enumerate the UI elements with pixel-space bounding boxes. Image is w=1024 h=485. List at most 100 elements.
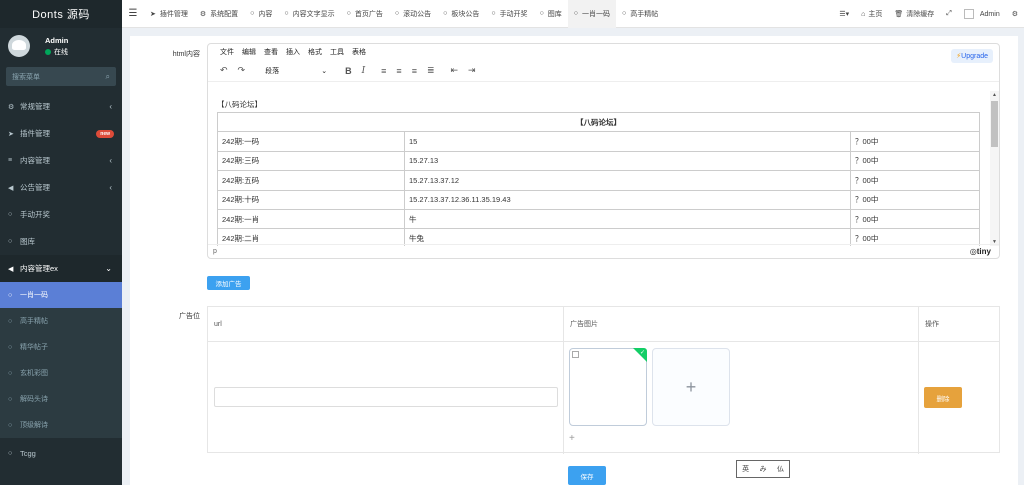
tab-label: 高手精帖 xyxy=(630,10,659,18)
sidebar-item-tcgg[interactable]: ○ Tcgg xyxy=(0,440,122,467)
home-link[interactable]: ⌂ 主页 xyxy=(855,0,888,28)
sidebar-subitem-yixiao[interactable]: ○ 一肖一码 xyxy=(0,282,122,308)
sidebar-item-manual-draw[interactable]: ○ 手动开奖 xyxy=(0,201,122,228)
sidebar-item-content-ex[interactable]: ◀ 内容管理ex ⌄ xyxy=(0,255,122,282)
tab-menu-dropdown[interactable]: ☰▾ xyxy=(833,0,855,28)
align-justify-icon[interactable]: ≣ xyxy=(427,65,435,76)
redo-icon[interactable]: ↷ xyxy=(238,65,246,76)
sidebar-subitem-experts[interactable]: ○ 高手精帖 xyxy=(0,308,122,334)
main-content: html内容 文件 编辑 查看 插入 格式 工具 表格 ⚡Upgrade ↶ ↷… xyxy=(130,36,1018,485)
sidebar-item-label: 手动开奖 xyxy=(20,210,50,219)
sidebar-item-plugins[interactable]: ➤ 插件管理 new xyxy=(0,120,122,147)
sidebar-subitem-mystery-images[interactable]: ○ 玄机彩图 xyxy=(0,360,122,386)
app-logo[interactable]: Donts 源码 xyxy=(0,0,122,28)
user-avatar xyxy=(8,35,30,57)
table-cell: ？00中 xyxy=(850,150,980,172)
tab-content[interactable]: ○ 内容 xyxy=(244,0,278,28)
sidebar-item-content[interactable]: ≡ 内容管理 ‹ xyxy=(0,147,122,174)
scroll-up-icon[interactable]: ▲ xyxy=(992,92,997,98)
chevron-down-icon: ⌄ xyxy=(105,264,112,273)
tab-home-ads[interactable]: ○ 首页广告 xyxy=(341,0,389,28)
settings-button[interactable]: ⚙ xyxy=(1006,0,1024,28)
editor-toolbar: ↶ ↷ 段落 ⌄ B I ≡ ≡ ≡ ≣ ⇤ ⇥ xyxy=(208,60,999,82)
sidebar-toggle-icon[interactable]: ☰ xyxy=(122,8,144,19)
align-left-icon[interactable]: ≡ xyxy=(381,66,386,76)
table-cell: 15.27.13 xyxy=(404,150,851,172)
bold-icon[interactable]: B xyxy=(345,66,352,76)
sidebar-item-general[interactable]: ⚙ 常规管理 ‹ xyxy=(0,93,122,120)
table-row: 242期:三码 15.27.13 ？00中 xyxy=(217,150,980,172)
align-right-icon[interactable]: ≡ xyxy=(412,66,417,76)
sidebar-item-announcements[interactable]: ◀ 公告管理 ‹ xyxy=(0,174,122,201)
tab-yixiao[interactable]: ○ 一肖一码 xyxy=(567,0,617,28)
menu-view[interactable]: 查看 xyxy=(264,47,278,57)
upgrade-button[interactable]: ⚡Upgrade xyxy=(951,49,993,63)
search-icon[interactable]: ⌕ xyxy=(106,72,110,82)
sidebar-search[interactable]: 搜索菜单 ⌕ xyxy=(6,67,116,86)
top-navbar: ☰ ➤ 插件管理 ⚙ 系统配置 ○ 内容 ○ 内容文字显示 ○ 首页广告 ○ 滚动公告 ○ 板… xyxy=(122,0,1024,28)
menu-tools[interactable]: 工具 xyxy=(330,47,344,57)
sidebar-search-placeholder: 搜索菜单 xyxy=(12,73,40,81)
chevron-left-icon: ‹ xyxy=(109,183,112,192)
tab-system-config[interactable]: ⚙ 系统配置 xyxy=(194,0,244,28)
editor-table[interactable]: 【八码论坛】 242期:一码 15 ？00中 242期:三码 15.27.13 ？00中… xyxy=(217,111,980,246)
add-image-icon[interactable]: + xyxy=(569,433,575,444)
menu-table[interactable]: 表格 xyxy=(352,47,366,57)
save-button[interactable]: 保存 xyxy=(568,466,606,485)
tab-label: 插件管理 xyxy=(159,10,188,18)
image-cell: ✓ + + xyxy=(564,342,919,454)
indent-icon[interactable]: ⇥ xyxy=(468,65,476,76)
column-header-image: 广告图片 xyxy=(564,307,919,341)
tab-label: 内容文字显示 xyxy=(292,10,335,18)
undo-icon[interactable]: ↶ xyxy=(220,65,228,76)
block-format-select[interactable]: 段落 ⌄ xyxy=(263,64,329,78)
scrollbar-thumb[interactable] xyxy=(991,101,998,147)
upload-image-button[interactable]: + xyxy=(652,348,730,426)
sidebar-item-label: 公告管理 xyxy=(20,183,50,192)
italic-icon[interactable]: I xyxy=(362,66,366,76)
menu-file[interactable]: 文件 xyxy=(220,47,234,57)
tab-gallery[interactable]: ○ 图库 xyxy=(534,0,568,28)
sidebar-subitem-essence[interactable]: ○ 精华帖子 xyxy=(0,334,122,360)
circle-icon: ○ xyxy=(8,238,13,245)
tab-scroll-notice[interactable]: ○ 滚动公告 xyxy=(389,0,437,28)
table-title-cell: 【八码论坛】 xyxy=(217,111,980,133)
sidebar-item-label: 插件管理 xyxy=(20,129,50,138)
tiny-logo[interactable]: ◎tiny xyxy=(970,247,991,256)
home-label: 主页 xyxy=(868,11,883,18)
fullscreen-button[interactable]: ⤢ xyxy=(940,0,958,28)
menu-dropdown-icon: ☰▾ xyxy=(839,11,850,18)
delete-button[interactable]: 删除 xyxy=(924,387,962,408)
sidebar-item-gallery[interactable]: ○ 图库 xyxy=(0,228,122,255)
menu-insert[interactable]: 插入 xyxy=(286,47,300,57)
table-row: 242期:十码 15.27.13.37.12.36.11.35.19.43 ？00中 xyxy=(217,189,980,210)
admin-menu[interactable]: Admin xyxy=(958,0,1006,28)
editor-body[interactable]: 【八码论坛】 【八码论坛】 242期:一码 15 ？00中 242期:三码 15.27… xyxy=(208,91,989,246)
uploaded-image[interactable]: ✓ xyxy=(569,348,647,426)
url-input[interactable] xyxy=(214,387,558,407)
clear-cache-button[interactable]: 🗑 清除缓存 xyxy=(888,0,940,28)
sidebar-subitem-top-poems[interactable]: ○ 顶级解诗 xyxy=(0,412,122,438)
rocket-icon: ➤ xyxy=(8,130,14,138)
tiny-logo-label: tiny xyxy=(976,247,991,256)
rich-text-editor[interactable]: 文件 编辑 查看 插入 格式 工具 表格 ⚡Upgrade ↶ ↷ 段落 ⌄ B … xyxy=(207,43,1000,259)
editor-scrollbar[interactable]: ▲ ▼ xyxy=(990,91,999,246)
element-path[interactable]: p xyxy=(213,248,217,255)
upgrade-label: Upgrade xyxy=(961,53,988,60)
fullscreen-icon: ⤢ xyxy=(946,10,952,17)
outdent-icon[interactable]: ⇤ xyxy=(451,65,459,76)
tab-plugins[interactable]: ➤ 插件管理 xyxy=(144,0,194,28)
menu-format[interactable]: 格式 xyxy=(308,47,322,57)
circle-icon: ○ xyxy=(8,421,13,429)
table-row: 【八码论坛】 xyxy=(217,111,980,133)
align-center-icon[interactable]: ≡ xyxy=(396,66,401,76)
add-ad-button[interactable]: 添加广告 xyxy=(207,276,250,290)
menu-edit[interactable]: 编辑 xyxy=(242,47,256,57)
sidebar-subitem-decode-poems[interactable]: ○ 解码头诗 xyxy=(0,386,122,412)
circle-icon: ○ xyxy=(8,317,13,325)
tab-manual-draw[interactable]: ○ 手动开奖 xyxy=(485,0,533,28)
tab-content-text[interactable]: ○ 内容文字显示 xyxy=(278,0,340,28)
gear-icon: ⚙ xyxy=(1011,11,1018,18)
tab-experts[interactable]: ○ 高手精帖 xyxy=(616,0,664,28)
tab-section-notice[interactable]: ○ 板块公告 xyxy=(437,0,485,28)
